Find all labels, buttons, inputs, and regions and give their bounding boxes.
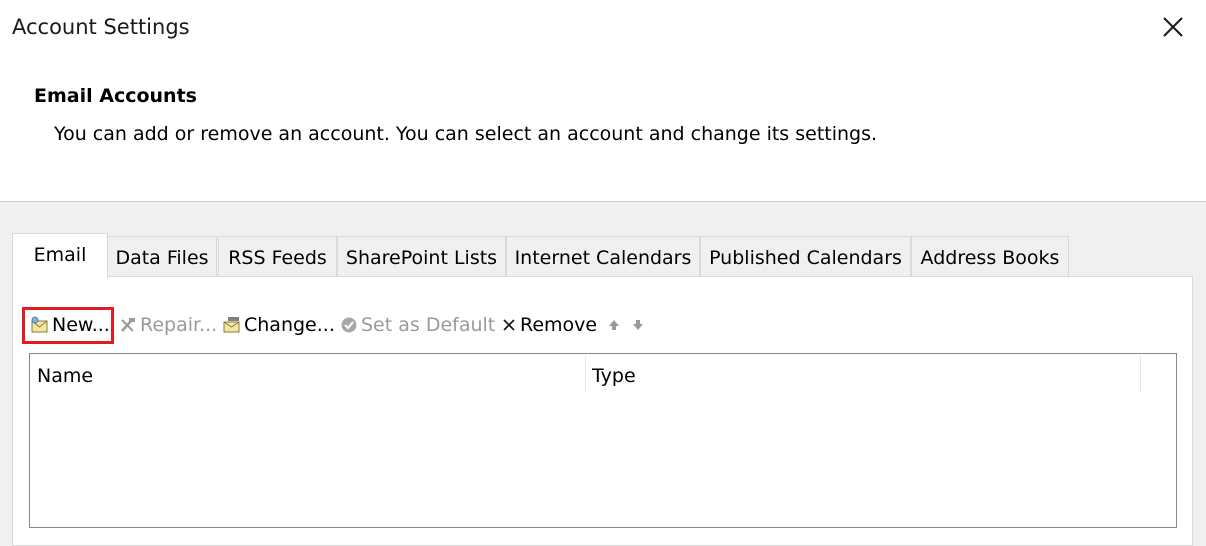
tab-published-calendars[interactable]: Published Calendars bbox=[700, 236, 911, 276]
new-button-highlight bbox=[22, 307, 114, 344]
change-button-label: Change... bbox=[244, 314, 335, 336]
remove-button[interactable]: Remove bbox=[501, 309, 597, 341]
set-as-default-label: Set as Default bbox=[361, 314, 496, 336]
repair-button-label: Repair... bbox=[140, 314, 218, 336]
repair-button[interactable]: Repair... bbox=[119, 309, 217, 341]
column-divider[interactable] bbox=[1140, 356, 1141, 392]
section-heading: Email Accounts bbox=[34, 85, 197, 107]
arrow-down-icon bbox=[631, 318, 645, 332]
tab-rss-feeds[interactable]: RSS Feeds bbox=[218, 236, 337, 276]
check-circle-icon bbox=[340, 316, 358, 334]
column-header-type[interactable]: Type bbox=[592, 360, 636, 392]
column-header-name[interactable]: Name bbox=[37, 360, 93, 392]
move-up-button[interactable] bbox=[607, 309, 624, 341]
tab-internet-calendars[interactable]: Internet Calendars bbox=[506, 236, 700, 276]
move-down-button[interactable] bbox=[631, 309, 648, 341]
close-icon bbox=[1163, 17, 1183, 37]
tab-sharepoint-lists[interactable]: SharePoint Lists bbox=[337, 236, 506, 276]
tab-data-files[interactable]: Data Files bbox=[107, 236, 217, 276]
arrow-up-icon bbox=[607, 318, 621, 332]
tab-email[interactable]: Email bbox=[12, 233, 108, 278]
x-icon bbox=[501, 317, 517, 333]
set-as-default-button[interactable]: Set as Default bbox=[340, 309, 495, 341]
section-description: You can add or remove an account. You ca… bbox=[54, 123, 878, 145]
close-button[interactable] bbox=[1158, 12, 1188, 42]
tab-address-books[interactable]: Address Books bbox=[911, 236, 1069, 276]
change-account-icon bbox=[223, 316, 241, 334]
column-divider[interactable] bbox=[585, 356, 586, 392]
change-button[interactable]: Change... bbox=[223, 309, 335, 341]
repair-tools-icon bbox=[119, 316, 137, 334]
remove-button-label: Remove bbox=[520, 314, 598, 336]
dialog-header: Account Settings Email Accounts You can … bbox=[0, 0, 1206, 202]
dialog-title: Account Settings bbox=[12, 15, 190, 39]
